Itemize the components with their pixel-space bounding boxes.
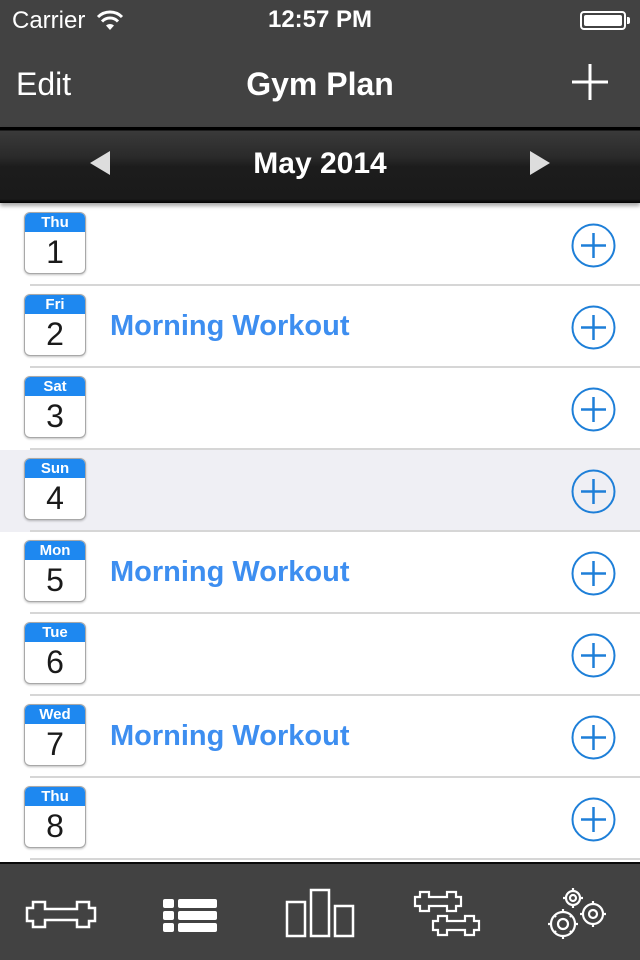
- plus-circle-icon: [571, 469, 616, 514]
- add-workout-button[interactable]: [571, 551, 616, 596]
- calendar-date-icon: Sun 4: [24, 458, 86, 520]
- status-bar: Carrier 12:57 PM: [0, 0, 640, 40]
- dumbbell-icon: [25, 900, 97, 929]
- plus-circle-icon: [571, 715, 616, 760]
- add-workout-button[interactable]: [571, 715, 616, 760]
- day-row[interactable]: Sun 4: [0, 450, 640, 532]
- workout-name[interactable]: Morning Workout: [110, 720, 349, 753]
- day-number: 2: [46, 316, 64, 352]
- month-selector: May 2014: [0, 127, 640, 203]
- calendar-date-icon: Sat 3: [24, 376, 86, 438]
- day-number: 1: [46, 234, 64, 270]
- day-of-week: Wed: [25, 705, 85, 724]
- day-row[interactable]: Fri 2 Morning Workout: [0, 286, 640, 368]
- row-separator: [30, 858, 640, 860]
- day-row[interactable]: Thu 1: [0, 204, 640, 286]
- tab-settings[interactable]: [533, 886, 623, 944]
- day-of-week: Tue: [25, 623, 85, 642]
- calendar-date-icon: Thu 1: [24, 212, 86, 274]
- day-number: 7: [46, 726, 64, 762]
- day-of-week: Fri: [25, 295, 85, 314]
- tab-exercises[interactable]: [403, 886, 493, 944]
- plus-circle-icon: [571, 633, 616, 678]
- list-icon: [163, 899, 217, 932]
- day-of-week: Mon: [25, 541, 85, 560]
- day-number: 8: [46, 808, 64, 844]
- day-row[interactable]: Mon 5 Morning Workout: [0, 532, 640, 614]
- add-workout-button[interactable]: [571, 469, 616, 514]
- tab-plan[interactable]: [145, 886, 235, 944]
- tab-bar: [0, 862, 640, 960]
- add-workout-button[interactable]: [571, 797, 616, 842]
- battery-icon: [580, 11, 626, 30]
- day-list[interactable]: Thu 1 Fri 2 Morning Workout Sat 3 Sun 4 …: [0, 204, 640, 862]
- calendar-date-icon: Mon 5: [24, 540, 86, 602]
- workout-name[interactable]: Morning Workout: [110, 310, 349, 343]
- day-number: 4: [46, 480, 64, 516]
- add-workout-button[interactable]: [571, 387, 616, 432]
- plus-circle-icon: [571, 387, 616, 432]
- add-workout-button[interactable]: [571, 223, 616, 268]
- workout-name[interactable]: Morning Workout: [110, 556, 349, 589]
- add-button[interactable]: [570, 62, 610, 102]
- bar-chart-icon: [285, 888, 355, 938]
- calendar-date-icon: Fri 2: [24, 294, 86, 356]
- calendar-date-icon: Tue 6: [24, 622, 86, 684]
- add-workout-button[interactable]: [571, 305, 616, 350]
- calendar-date-icon: Wed 7: [24, 704, 86, 766]
- clock: 12:57 PM: [267, 6, 373, 33]
- day-number: 5: [46, 562, 64, 598]
- day-of-week: Sat: [25, 377, 85, 396]
- plus-icon: [572, 64, 608, 100]
- day-row[interactable]: Sat 3: [0, 368, 640, 450]
- plus-circle-icon: [571, 223, 616, 268]
- add-workout-button[interactable]: [571, 633, 616, 678]
- plus-circle-icon: [571, 797, 616, 842]
- day-number: 3: [46, 398, 64, 434]
- tab-workouts[interactable]: [17, 886, 107, 944]
- page-title: Gym Plan: [246, 66, 394, 102]
- battery-tip: [627, 17, 630, 24]
- day-of-week: Thu: [25, 213, 85, 232]
- triangle-right-icon: [530, 151, 550, 175]
- day-row[interactable]: Tue 6: [0, 614, 640, 696]
- tab-statistics[interactable]: [275, 886, 365, 944]
- day-of-week: Thu: [25, 787, 85, 806]
- day-row[interactable]: Wed 7 Morning Workout: [0, 696, 640, 778]
- plus-circle-icon: [571, 305, 616, 350]
- day-of-week: Sun: [25, 459, 85, 478]
- day-row[interactable]: Thu 8: [0, 778, 640, 860]
- gears-icon: [548, 888, 606, 939]
- calendar-date-icon: Thu 8: [24, 786, 86, 848]
- day-number: 6: [46, 644, 64, 680]
- plus-circle-icon: [571, 551, 616, 596]
- two-dumbbells-icon: [413, 890, 481, 937]
- navigation-bar: Edit Gym Plan: [0, 40, 640, 127]
- next-month-button[interactable]: [528, 149, 552, 177]
